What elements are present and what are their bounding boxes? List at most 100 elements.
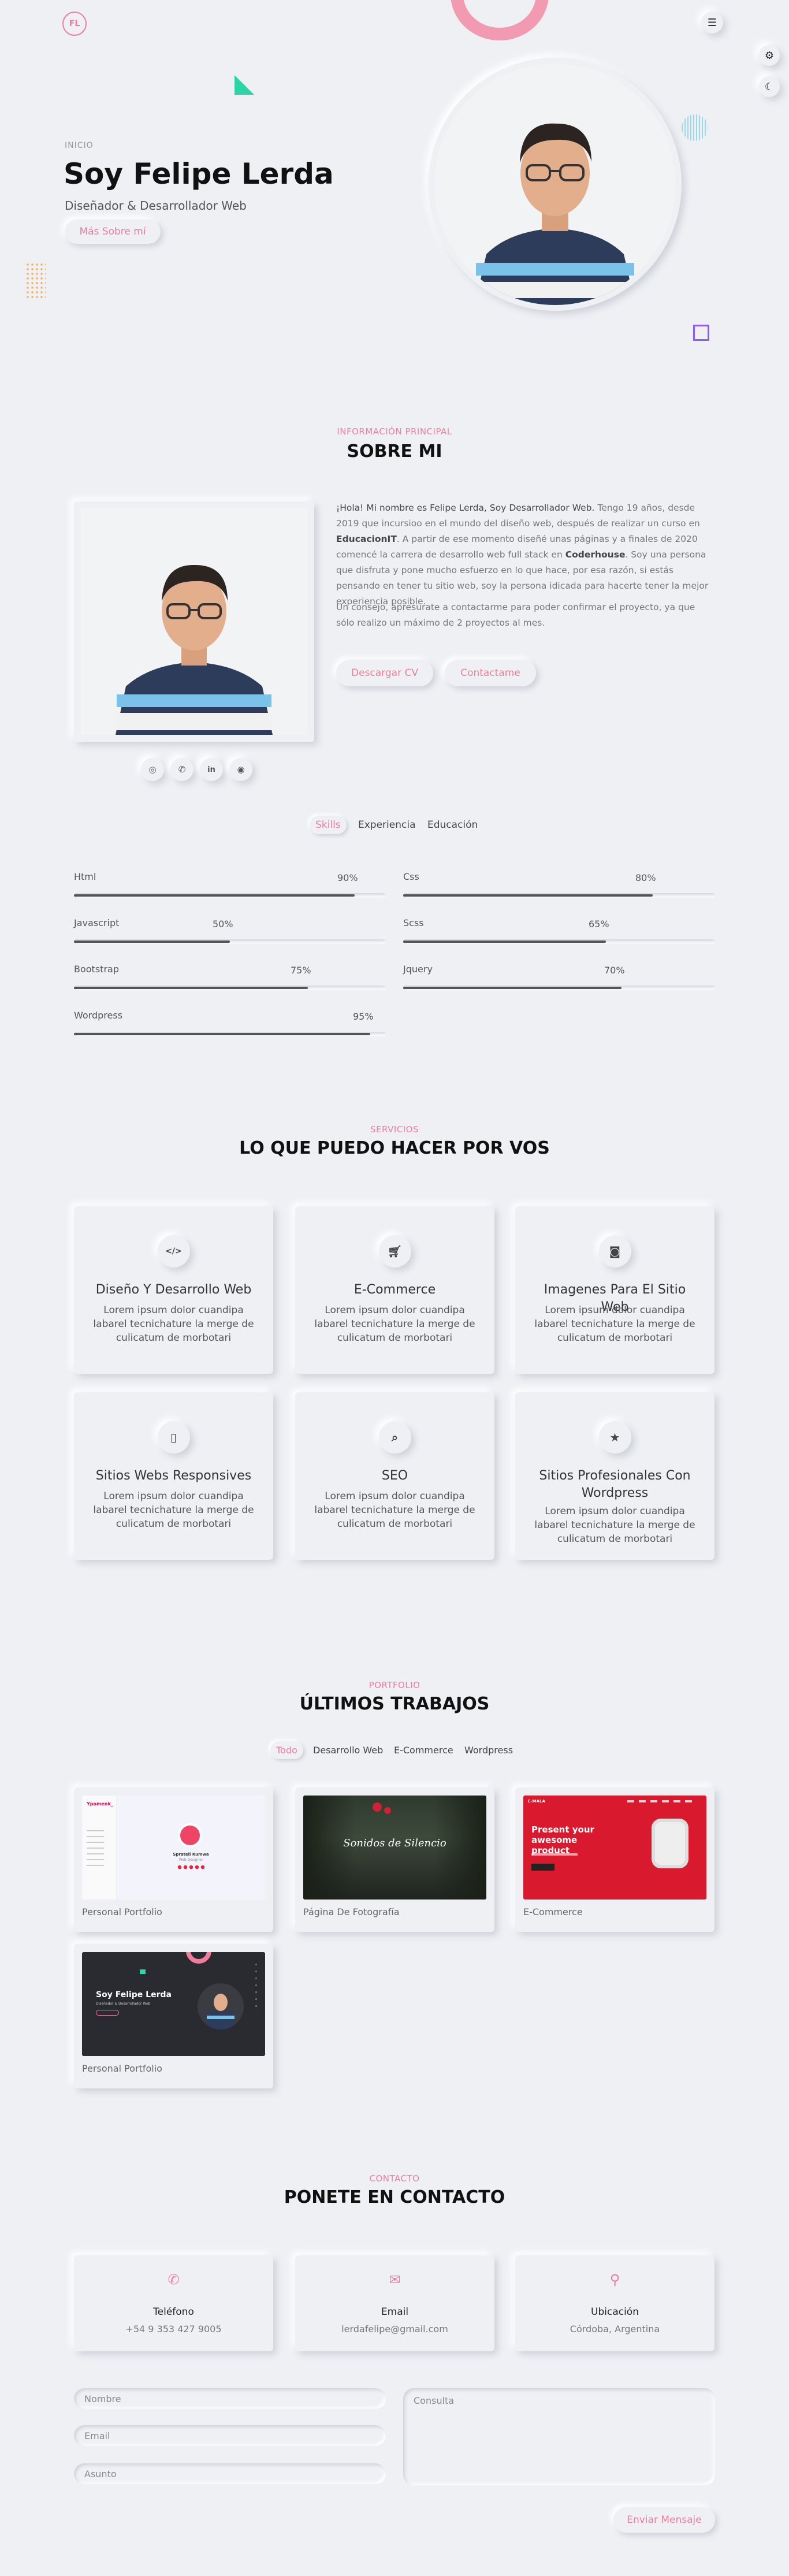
- service-card[interactable]: ▯ Sitios Webs Responsives Lorem ipsum dolo…: [74, 1392, 273, 1560]
- star-icon: ★: [598, 1421, 631, 1454]
- dot-grid-decoration: [25, 262, 46, 299]
- service-description: Lorem ipsum dolor cuandipa labarel tecni…: [534, 1304, 695, 1344]
- portfolio-card[interactable]: Sonidos de Silencio Página De Fotografía: [295, 1787, 494, 1932]
- location-pin-icon: ⚲: [609, 2272, 620, 2288]
- service-title: SEO: [381, 1469, 408, 1483]
- service-description: Lorem ipsum dolor cuandipa labarel tecni…: [534, 1506, 695, 1545]
- skill-bar: [74, 893, 386, 898]
- filter-ecommerce[interactable]: E-Commerce: [388, 1741, 459, 1759]
- skill-bar: [403, 939, 715, 944]
- skill-bar-fill: [74, 894, 355, 897]
- service-card[interactable]: ★ Sitios Profesionales Con Wordpress Lorem…: [515, 1392, 714, 1560]
- portfolio-label: Personal Portfolio: [82, 1906, 162, 1917]
- filter-wordpress[interactable]: Wordpress: [459, 1741, 519, 1759]
- purple-square-decoration: [693, 325, 709, 341]
- contact-card-value: +54 9 353 427 9005: [125, 2324, 222, 2335]
- tab-skills[interactable]: Skills: [310, 816, 347, 834]
- name-field[interactable]: Nombre: [74, 2388, 386, 2409]
- linkedin-button[interactable]: in: [200, 758, 223, 781]
- more-about-button[interactable]: Más Sobre mí: [65, 220, 161, 244]
- search-icon: ⌕: [378, 1421, 411, 1454]
- service-card[interactable]: 🛒︎ E-Commerce Lorem ipsum dolor cuandipa l…: [295, 1206, 494, 1374]
- contact-card-title: Email: [381, 2306, 409, 2318]
- skill-name: Javascript: [74, 917, 120, 928]
- about-kicker: INFORMACIÓN PRINCIPAL: [337, 426, 452, 437]
- thumb-role: Web Designer: [178, 1858, 203, 1862]
- settings-button[interactable]: ⚙: [759, 45, 780, 66]
- service-card[interactable]: ◙ Imagenes Para El Sitio Web Lorem ipsum d…: [515, 1206, 714, 1374]
- about-intro: ¡Hola! Mi nombre es Felipe Lerda, Soy De…: [336, 503, 595, 513]
- subject-field[interactable]: Asunto: [74, 2463, 386, 2484]
- contact-card-email: ✉ Email lerdafelipe@gmail.com: [295, 2255, 494, 2351]
- skill-bar-fill: [74, 987, 308, 989]
- service-title: Sitios Profesionales Con Wordpress: [539, 1469, 691, 1500]
- pink-ring-decoration: [451, 0, 549, 40]
- about-educacionit: EducacionIT: [336, 534, 397, 544]
- send-message-button[interactable]: Enviar Mensaje: [613, 2507, 715, 2533]
- thumb-heading: Soy Felipe Lerda: [96, 1990, 172, 1999]
- skill-bar: [403, 893, 715, 898]
- email-field[interactable]: Email: [74, 2425, 386, 2446]
- filter-desarrollo-web[interactable]: Desarrollo Web: [307, 1741, 389, 1759]
- portfolio-thumbnail: E-MALA Present your awesome product: [523, 1796, 706, 1900]
- skill-bar: [74, 986, 386, 990]
- cart-icon: 🛒︎: [378, 1235, 411, 1267]
- skill-name: Bootstrap: [74, 964, 119, 975]
- download-cv-button[interactable]: Descargar CV: [336, 660, 433, 686]
- service-card[interactable]: ⌕ SEO Lorem ipsum dolor cuandipa labarel t…: [295, 1392, 494, 1560]
- portfolio-card[interactable]: E-MALA Present your awesome product E-Co…: [515, 1787, 714, 1932]
- envelope-icon: ✉: [389, 2272, 401, 2288]
- contact-me-button[interactable]: Contactame: [445, 660, 536, 686]
- phone-icon: ✆: [168, 2272, 180, 2288]
- theme-toggle[interactable]: ☾: [759, 76, 780, 97]
- thumb-heading: Sonidos de Silencio: [343, 1837, 446, 1849]
- skill-percent: 70%: [604, 965, 625, 976]
- mobile-icon: ▯: [157, 1421, 190, 1454]
- service-description: Lorem ipsum dolor cuandipa labarel tecni…: [93, 1304, 254, 1344]
- contact-card-phone: ✆ Teléfono +54 9 353 427 9005: [74, 2255, 273, 2351]
- skill-bar-fill: [403, 941, 606, 943]
- skill-bar-fill: [74, 1033, 370, 1035]
- service-title: E-Commerce: [353, 1283, 436, 1297]
- gear-icon: ⚙: [764, 49, 775, 62]
- contact-card-location: ⚲ Ubicación Córdoba, Argentina: [515, 2255, 714, 2351]
- striped-circle-decoration: [682, 114, 708, 141]
- skill-bar-fill: [403, 987, 621, 989]
- contact-card-value: Córdoba, Argentina: [570, 2324, 660, 2335]
- skill-name: Html: [74, 871, 96, 882]
- menu-button[interactable]: ☰: [701, 12, 723, 34]
- portfolio-label: E-Commerce: [523, 1906, 583, 1917]
- service-title: Diseño Y Desarrollo Web: [95, 1283, 252, 1297]
- portfolio-card[interactable]: Ypomenk_ Sprateli Kumwa Web Designer Per…: [74, 1787, 273, 1932]
- skill-percent: 90%: [337, 872, 358, 883]
- skill-bar: [74, 1032, 386, 1036]
- message-field[interactable]: Consulta: [403, 2388, 715, 2485]
- github-icon: ◉: [237, 764, 245, 775]
- about-paragraph-2: Un consejo, apresurate a contactarme par…: [336, 602, 695, 628]
- services-title: LO QUE PUEDO HACER POR VOS: [239, 1138, 550, 1158]
- skill-bar-fill: [74, 941, 230, 943]
- filter-todo[interactable]: Todo: [270, 1741, 303, 1759]
- whatsapp-button[interactable]: ✆: [170, 758, 193, 781]
- thumb-name: Sprateli Kumwa: [173, 1852, 209, 1857]
- tab-experiencia[interactable]: Experiencia: [352, 816, 422, 834]
- instagram-button[interactable]: ◎: [141, 758, 164, 781]
- person-illustration: [434, 64, 676, 305]
- moon-icon: ☾: [764, 80, 775, 93]
- portfolio-thumbnail: Soy Felipe Lerda Diseñador & Desarrollad…: [82, 1952, 265, 2056]
- service-card[interactable]: </> Diseño Y Desarrollo Web Lorem ipsum do…: [74, 1206, 273, 1374]
- service-title: Sitios Webs Responsives: [95, 1469, 252, 1483]
- portfolio-label: Página De Fotografía: [303, 1906, 400, 1917]
- github-button[interactable]: ◉: [229, 758, 252, 781]
- camera-icon: ◙: [598, 1235, 631, 1267]
- skill-bar-fill: [403, 894, 653, 897]
- about-title: SOBRE MI: [347, 441, 442, 462]
- tab-educacion[interactable]: Educación: [422, 816, 483, 834]
- skill-bar: [74, 939, 386, 944]
- logo[interactable]: FL: [62, 12, 87, 36]
- portfolio-card[interactable]: Soy Felipe Lerda Diseñador & Desarrollad…: [74, 1944, 273, 2088]
- thumb-headline: Present your awesome product: [531, 1824, 594, 1856]
- contact-card-title: Teléfono: [153, 2306, 194, 2318]
- skill-percent: 50%: [213, 919, 233, 930]
- about-coderhouse: Coderhouse: [565, 549, 626, 560]
